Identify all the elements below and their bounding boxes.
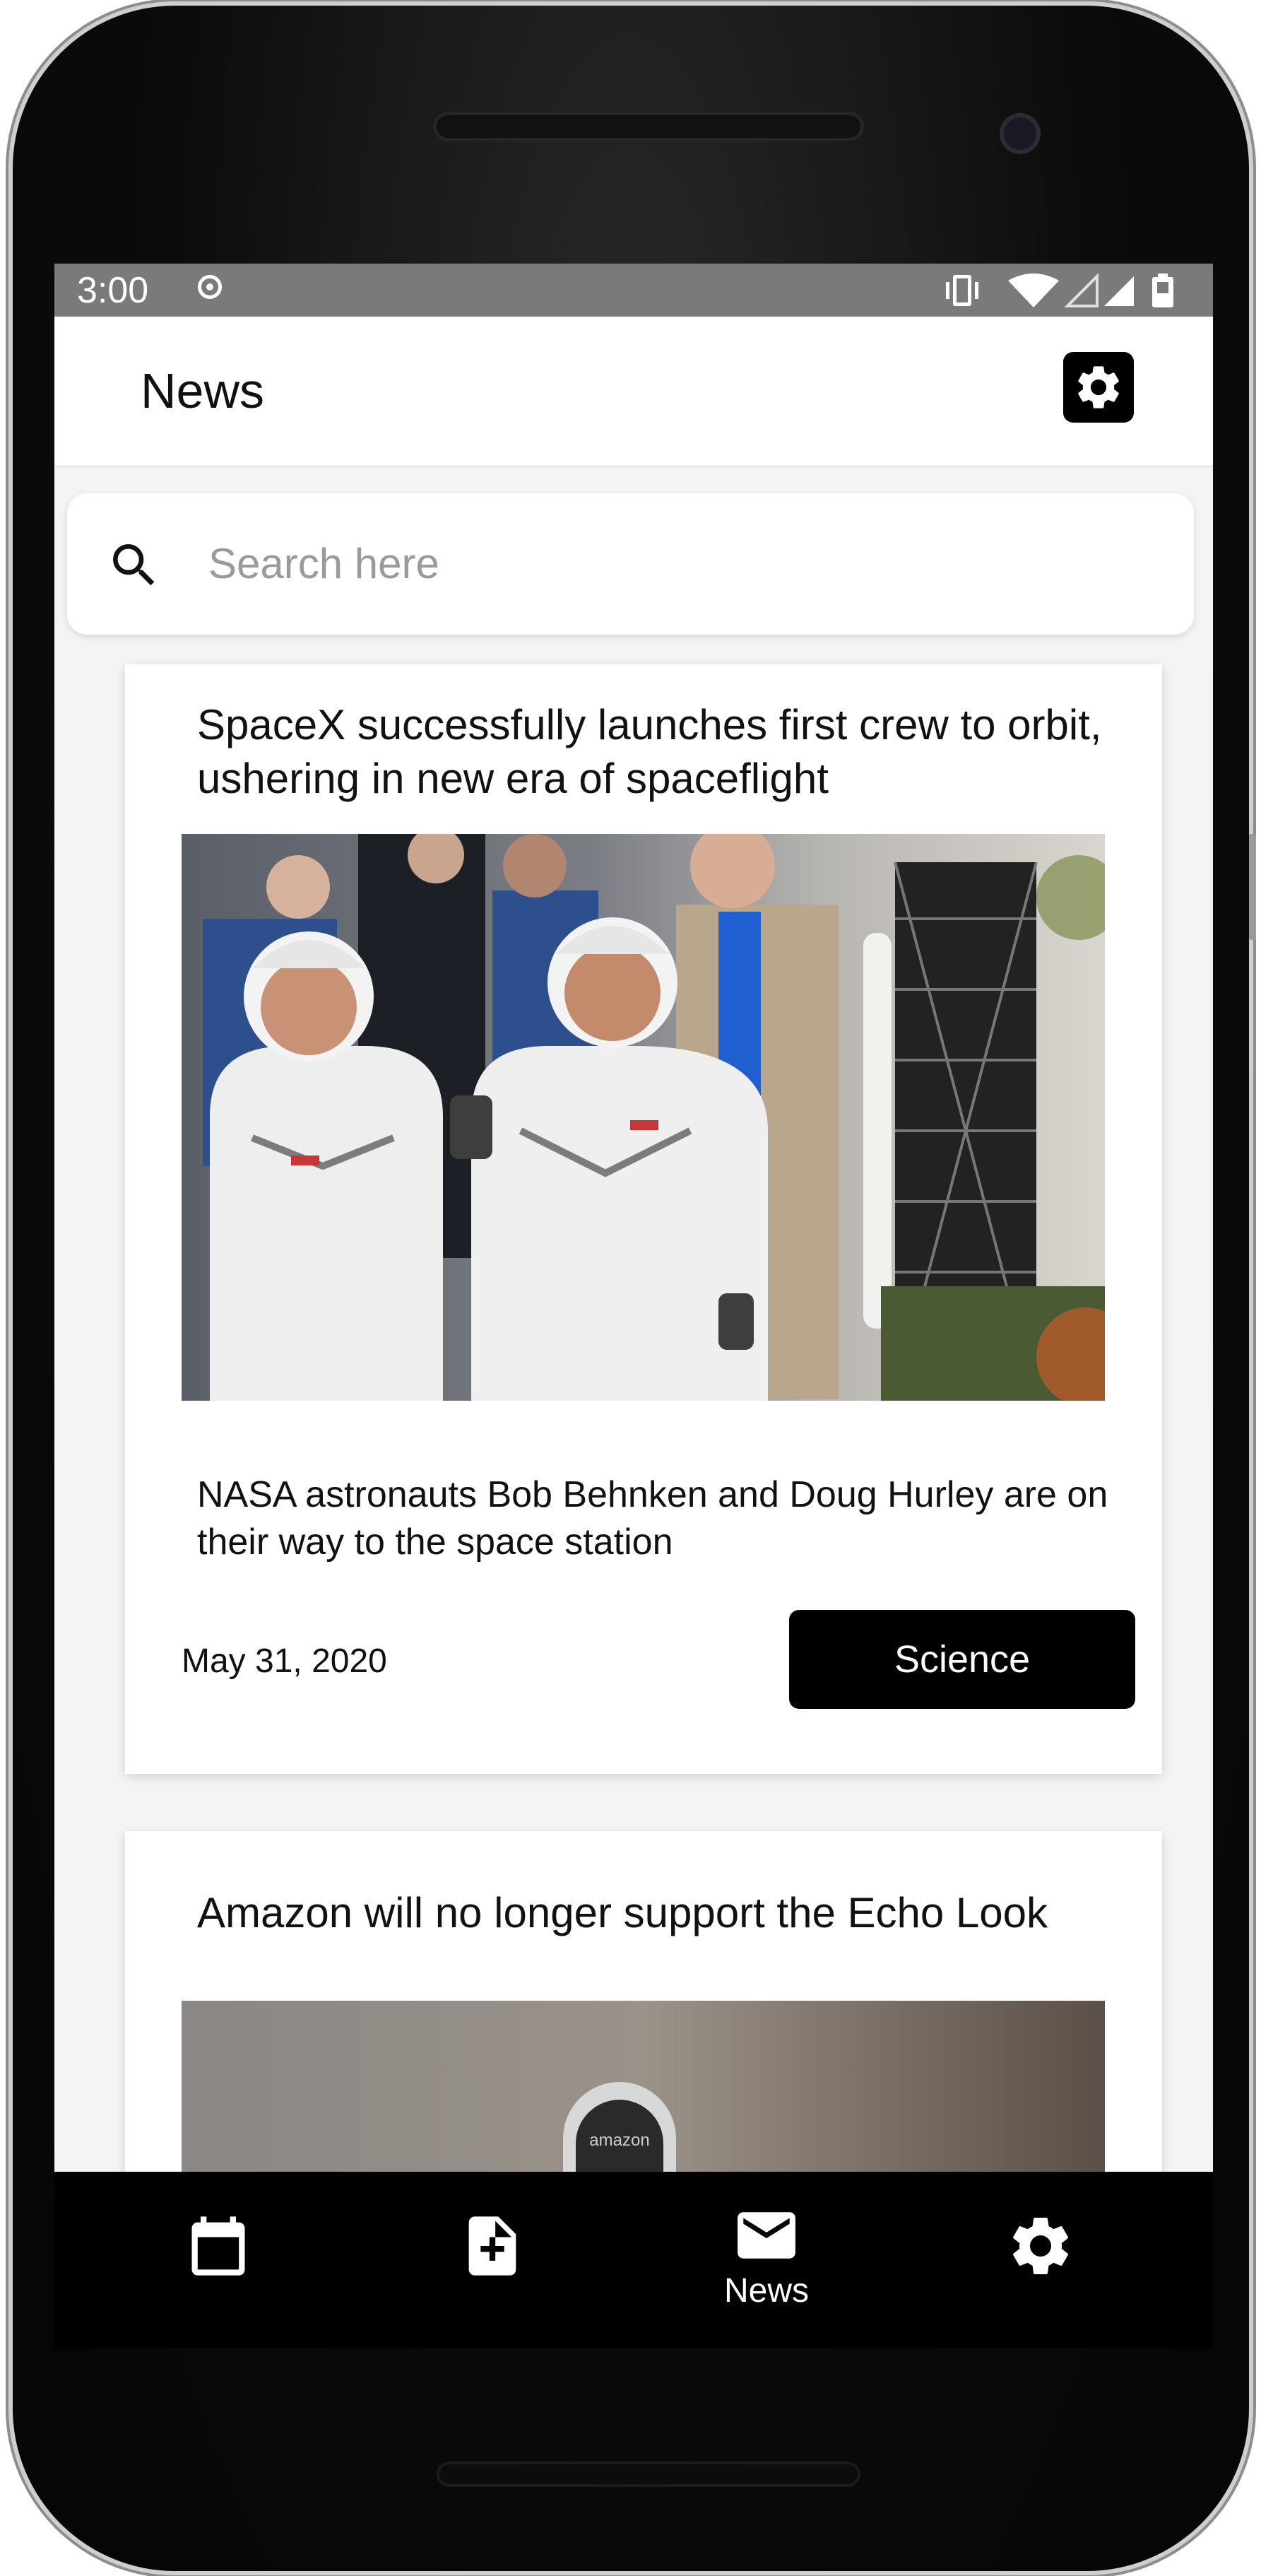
article-card[interactable]: Amazon will no longer support the Echo L…: [125, 1831, 1162, 2172]
mail-icon: [738, 2212, 795, 2259]
device-brand-text: amazon: [589, 2131, 649, 2150]
earpiece-speaker: [433, 112, 864, 141]
gear-icon: [1078, 366, 1119, 408]
article-image: [182, 834, 1105, 1401]
page-title: News: [141, 363, 265, 418]
status-icons: [943, 271, 1197, 310]
article-card[interactable]: SpaceX successfully launches first crew …: [125, 664, 1162, 1774]
article-image: amazon: [182, 2001, 1105, 2172]
settings-button[interactable]: [1063, 352, 1134, 423]
article-summary: NASA astronauts Bob Behnken and Doug Hur…: [197, 1474, 1108, 1563]
note-add-icon: [468, 2216, 516, 2276]
nav-item-add-note[interactable]: [422, 2211, 563, 2317]
nav-item-news[interactable]: News: [696, 2204, 837, 2310]
status-time: 3:00: [77, 270, 149, 311]
status-bar: 3:00: [54, 264, 1213, 317]
category-button[interactable]: Science: [789, 1610, 1135, 1709]
article-title: SpaceX successfully launches first crew …: [197, 701, 1102, 802]
signal-icon: [1104, 276, 1134, 306]
search-bar: [67, 493, 1194, 635]
nav-label-news: News: [723, 2272, 810, 2310]
article-title: Amazon will no longer support the Echo L…: [197, 1889, 1048, 1936]
nav-item-settings[interactable]: [970, 2211, 1111, 2317]
vibrate-icon: [946, 275, 978, 306]
record-icon: [198, 275, 222, 299]
calendar-icon: [191, 2216, 245, 2276]
bottom-speaker: [437, 2462, 860, 2487]
wifi-icon: [1008, 274, 1059, 307]
signal-icon-empty: [1064, 273, 1099, 307]
bottom-nav: News: [54, 2172, 1213, 2348]
article-date: May 31, 2020: [182, 1642, 387, 1680]
app-screen: 3:00 News Search here SpaceX successfull…: [54, 264, 1213, 2172]
app-bar: News: [54, 317, 1213, 468]
front-camera: [1000, 113, 1041, 154]
battery-icon: [1152, 274, 1173, 307]
gear-icon: [1013, 2218, 1068, 2274]
nav-item-calendar[interactable]: [148, 2211, 289, 2317]
side-button: [1249, 834, 1256, 940]
search-input[interactable]: [207, 534, 1128, 592]
search-icon: [113, 544, 155, 586]
